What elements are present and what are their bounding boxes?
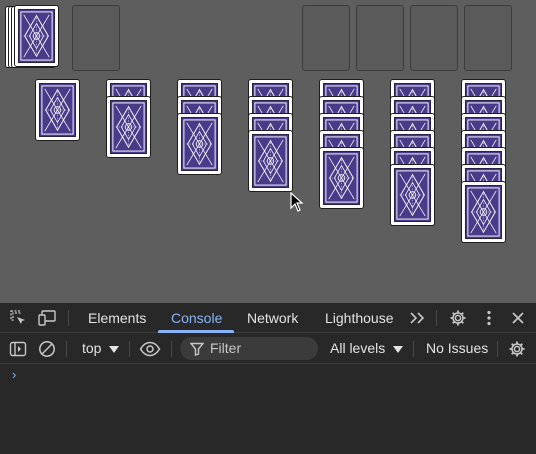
separator xyxy=(497,341,498,357)
mouse-cursor-icon xyxy=(290,192,304,212)
foundation-slot-3[interactable] xyxy=(410,5,458,71)
filter-input[interactable]: Filter xyxy=(180,337,318,360)
separator xyxy=(171,341,172,357)
clear-console-icon[interactable] xyxy=(37,339,57,359)
card-back-icon xyxy=(39,83,76,137)
devtools-panel: Elements Console Network Lighthouse top xyxy=(0,303,536,454)
tableau-1-top-card[interactable] xyxy=(35,79,80,141)
more-tabs-icon[interactable] xyxy=(406,308,428,328)
log-levels-dropdown[interactable]: All levels xyxy=(330,340,404,356)
separator xyxy=(129,341,130,357)
tableau-3-top-card[interactable] xyxy=(177,113,222,175)
live-expression-eye-icon[interactable] xyxy=(138,339,162,359)
chevron-down-icon xyxy=(393,345,404,353)
tableau-7-top-card[interactable] xyxy=(461,181,506,243)
more-options-icon[interactable] xyxy=(481,308,497,328)
inspect-element-icon[interactable] xyxy=(8,308,28,328)
separator xyxy=(436,310,437,326)
filter-funnel-icon xyxy=(190,342,204,356)
foundation-slot-2[interactable] xyxy=(356,5,404,71)
foundation-slot-1[interactable] xyxy=(302,5,350,71)
tab-network[interactable]: Network xyxy=(247,303,298,333)
waste-slot[interactable] xyxy=(72,5,120,71)
foundation-slot-4[interactable] xyxy=(464,5,512,71)
console-toolbar: top Filter All levels No Issues xyxy=(0,334,536,364)
card-back-icon xyxy=(181,117,218,171)
tableau-4-top-card[interactable] xyxy=(248,130,293,192)
tableau-2-top-card[interactable] xyxy=(106,96,151,158)
tableau-5-top-card[interactable] xyxy=(319,147,364,209)
sidebar-toggle-icon[interactable] xyxy=(8,339,28,359)
card-back-icon xyxy=(110,100,147,154)
console-prompt-chevron[interactable]: › xyxy=(12,367,16,382)
separator xyxy=(413,341,414,357)
separator xyxy=(66,341,67,357)
context-label: top xyxy=(82,340,102,356)
console-settings-gear-icon[interactable] xyxy=(507,339,527,359)
tab-elements[interactable]: Elements xyxy=(88,303,146,333)
card-back-icon xyxy=(394,168,431,222)
settings-gear-icon[interactable] xyxy=(448,308,468,328)
log-levels-label: All levels xyxy=(330,340,386,356)
solitaire-board xyxy=(0,0,536,303)
tab-lighthouse[interactable]: Lighthouse xyxy=(325,303,394,333)
context-selector[interactable]: top xyxy=(82,340,120,356)
chevron-down-icon xyxy=(109,345,120,353)
tableau-6-top-card[interactable] xyxy=(390,164,435,226)
card-back-icon xyxy=(252,134,289,188)
active-tab-indicator xyxy=(158,330,234,333)
separator xyxy=(68,310,69,326)
devtools-tab-bar: Elements Console Network Lighthouse xyxy=(0,303,536,333)
card-back-icon xyxy=(323,151,360,205)
close-icon[interactable] xyxy=(508,308,528,328)
tab-console[interactable]: Console xyxy=(171,303,222,333)
stock-top-card[interactable] xyxy=(14,5,59,67)
filter-placeholder: Filter xyxy=(210,340,242,356)
issues-counter[interactable]: No Issues xyxy=(426,340,488,356)
device-toolbar-icon[interactable] xyxy=(38,308,58,328)
card-back-icon xyxy=(18,9,55,63)
card-back-icon xyxy=(465,185,502,239)
